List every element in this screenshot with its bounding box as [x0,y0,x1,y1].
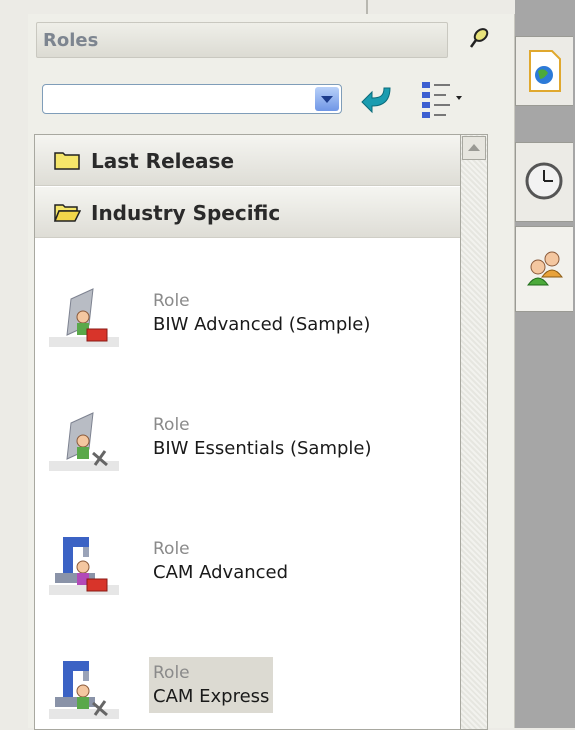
category-industry-specific[interactable]: Industry Specific [35,187,461,238]
chevron-up-icon [468,144,480,151]
category-label: Industry Specific [91,201,281,225]
side-tab-strip [515,0,575,728]
role-type-label: Role [153,663,190,683]
pin-icon[interactable] [466,26,492,52]
role-item-cam-express[interactable]: Role CAM Express [35,657,461,727]
side-tab-web[interactable] [515,36,573,106]
role-item-text: Role CAM Advanced [149,533,292,589]
folder-open-icon [53,204,81,222]
scroll-up-button[interactable] [462,136,486,160]
toolbar [28,66,514,130]
biw-essentials-role-icon [49,412,119,471]
role-type-label: Role [153,415,190,435]
role-name-label: BIW Essentials (Sample) [153,438,372,459]
role-name-label: BIW Advanced (Sample) [153,314,371,335]
list-view-icon[interactable] [420,80,468,120]
web-page-icon [529,50,561,92]
category-last-release[interactable]: Last Release [35,135,461,186]
category-label: Last Release [91,149,235,173]
cam-express-role-icon [49,661,119,719]
cam-advanced-role-icon [49,537,119,595]
vertical-scrollbar[interactable] [460,134,488,730]
roles-panel: Roles Last Release Industry Specific Rol… [28,14,515,730]
history-clock-icon [525,162,563,200]
role-item-text: Role BIW Essentials (Sample) [149,409,376,465]
folder-closed-icon [54,152,80,170]
role-type-label: Role [153,291,190,311]
role-item-biw-advanced[interactable]: Role BIW Advanced (Sample) [35,285,461,355]
role-type-label: Role [153,539,190,559]
roles-list: Last Release Industry Specific Role BIW … [34,134,462,730]
back-arrow-icon[interactable] [358,82,398,118]
search-combobox[interactable] [42,84,342,114]
role-name-label: CAM Advanced [153,562,289,583]
combo-dropdown-button[interactable] [315,87,339,111]
side-tab-history[interactable] [515,142,573,222]
role-item-text: Role CAM Express [149,657,274,713]
panel-title: Roles [43,30,99,51]
roles-users-icon [527,251,563,286]
chevron-down-icon [321,96,333,103]
role-item-text: Role BIW Advanced (Sample) [149,285,374,341]
panel-header: Roles [36,22,448,58]
role-item-cam-advanced[interactable]: Role CAM Advanced [35,533,461,603]
role-name-label: CAM Express [153,686,270,707]
biw-advanced-role-icon [49,288,119,347]
side-tab-roles[interactable] [515,226,573,312]
role-item-biw-essentials[interactable]: Role BIW Essentials (Sample) [35,409,461,479]
